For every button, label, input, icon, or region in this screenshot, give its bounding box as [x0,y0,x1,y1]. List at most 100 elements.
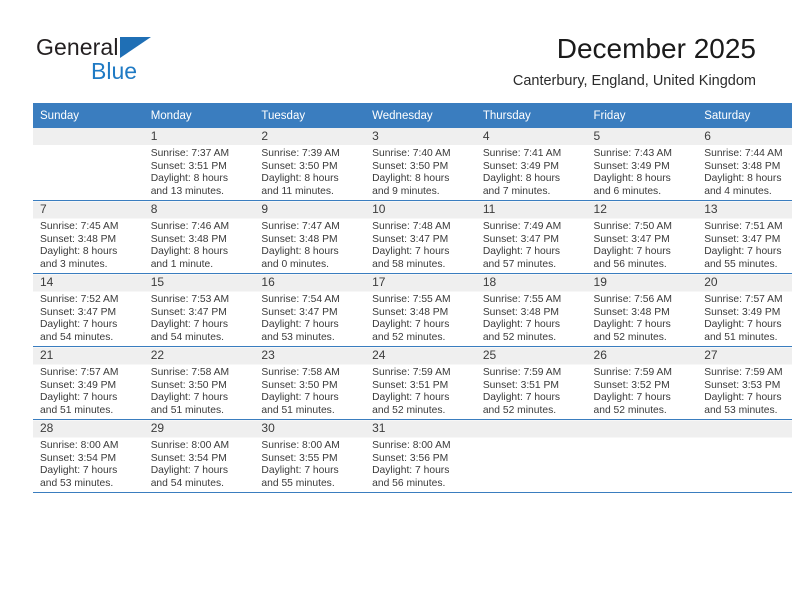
page-title: December 2025 [556,33,756,64]
calendar-day-cell[interactable]: 4 Sunrise: 7:41 AM Sunset: 3:49 PM Daylight… [475,128,587,201]
calendar-day-cell[interactable]: 10 Sunrise: 7:48 AM Sunset: 3:47 PM Dayligh… [365,200,476,274]
brand-logo[interactable]: General Blue [36,34,266,90]
daylight-text-cont: and 54 minutes. [40,331,114,343]
calendar-day-cell[interactable]: 22 Sunrise: 7:58 AM Sunset: 3:50 PM Dayligh… [143,346,255,420]
calendar-day-cell[interactable]: 3 Sunrise: 7:40 AM Sunset: 3:50 PM Daylight… [365,128,476,201]
sunrise-text: Sunrise: 8:00 AM [150,440,230,451]
sunrise-text: Sunrise: 7:53 AM [150,294,230,305]
sunrise-text: Sunrise: 7:56 AM [593,294,672,305]
daylight-text-cont: and 55 minutes. [704,258,778,270]
calendar-day-cell[interactable]: 15 Sunrise: 7:53 AM Sunset: 3:47 PM Dayligh… [143,273,255,347]
day-number: 28 [40,421,54,435]
calendar-grid: Sunday Monday Tuesday Wednesday Thursday… [33,103,792,493]
daylight-text: Daylight: 8 hours [593,173,671,185]
sunrise-text: Sunrise: 7:40 AM [372,148,451,159]
sunset-text: Sunset: 3:47 PM [482,233,559,245]
calendar-week-row: 28 Sunrise: 8:00 AM Sunset: 3:54 PM Dayligh… [33,419,792,493]
sunset-text: Sunset: 3:51 PM [482,379,559,391]
calendar-day-cell[interactable]: 8 Sunrise: 7:46 AM Sunset: 3:48 PM Daylight… [143,200,255,274]
calendar-header-row: Sunday Monday Tuesday Wednesday Thursday… [33,103,792,128]
day-sun-info: Sunrise: 8:00 AM Sunset: 3:56 PM Daylight:… [365,437,476,490]
daylight-text-cont: and 9 minutes. [372,185,440,197]
calendar-day-cell[interactable]: 25 Sunrise: 7:59 AM Sunset: 3:51 PM Dayligh… [475,346,587,420]
calendar-day-cell[interactable]: 11 Sunrise: 7:49 AM Sunset: 3:47 PM Dayligh… [475,200,587,274]
sunrise-text: Sunrise: 7:43 AM [593,148,672,159]
day-number [697,420,792,437]
sunrise-text: Sunrise: 7:46 AM [150,221,230,232]
day-sun-info: Sunrise: 8:00 AM Sunset: 3:54 PM Daylight:… [144,437,255,490]
sunrise-text: Sunrise: 7:41 AM [482,148,562,159]
calendar-week-row: 7 Sunrise: 7:45 AM Sunset: 3:48 PM Daylight… [33,200,792,274]
daylight-text-cont: and 55 minutes. [261,477,335,489]
calendar-day-cell[interactable]: 12 Sunrise: 7:50 AM Sunset: 3:47 PM Dayligh… [586,200,698,274]
day-number: 15 [150,275,165,289]
sunset-text: Sunset: 3:52 PM [593,379,670,391]
calendar-day-cell[interactable]: 23 Sunrise: 7:58 AM Sunset: 3:50 PM Dayligh… [254,346,366,420]
calendar-day-cell[interactable]: 2 Sunrise: 7:39 AM Sunset: 3:50 PM Daylight… [254,128,366,201]
sunset-text: Sunset: 3:47 PM [704,233,781,245]
calendar-day-cell[interactable]: 18 Sunrise: 7:55 AM Sunset: 3:48 PM Dayligh… [475,273,587,347]
day-number: 27 [704,348,718,362]
day-number: 14 [40,275,54,289]
day-number: 24 [372,348,386,362]
calendar-day-cell[interactable]: 5 Sunrise: 7:43 AM Sunset: 3:49 PM Daylight… [586,128,698,201]
daylight-text: Daylight: 8 hours [150,173,228,185]
sunrise-text: Sunrise: 7:48 AM [372,221,451,232]
calendar-day-cell[interactable]: 28 Sunrise: 8:00 AM Sunset: 3:54 PM Dayligh… [33,419,144,493]
calendar-day-cell[interactable]: 27 Sunrise: 7:59 AM Sunset: 3:53 PM Dayligh… [697,346,792,420]
calendar-week-row: 21 Sunrise: 7:57 AM Sunset: 3:49 PM Dayligh… [33,346,792,420]
day-number: 2 [261,129,269,143]
day-number: 17 [372,275,386,289]
calendar-day-cell[interactable]: 26 Sunrise: 7:59 AM Sunset: 3:52 PM Dayligh… [586,346,698,420]
calendar-day-cell[interactable]: 7 Sunrise: 7:45 AM Sunset: 3:48 PM Daylight… [33,200,144,274]
day-number: 8 [150,202,158,216]
calendar-day-cell[interactable]: 29 Sunrise: 8:00 AM Sunset: 3:54 PM Dayligh… [143,419,255,493]
day-number: 29 [150,421,165,435]
sunset-text: Sunset: 3:51 PM [150,160,227,172]
day-number: 31 [372,421,386,435]
day-number: 22 [150,348,165,362]
calendar-day-cell[interactable]: 6 Sunrise: 7:44 AM Sunset: 3:48 PM Daylight… [697,128,792,201]
calendar-day-cell[interactable]: 17 Sunrise: 7:55 AM Sunset: 3:48 PM Dayligh… [365,273,476,347]
daylight-text: Daylight: 7 hours [40,392,118,404]
sunrise-text: Sunrise: 7:59 AM [482,367,562,378]
weekday-header-saturday: Saturday [697,103,792,128]
sunset-text: Sunset: 3:49 PM [593,160,670,172]
calendar-day-cell[interactable]: 9 Sunrise: 7:47 AM Sunset: 3:48 PM Daylight… [254,200,366,274]
sunrise-text: Sunrise: 7:58 AM [261,367,340,378]
calendar-day-cell[interactable]: 14 Sunrise: 7:52 AM Sunset: 3:47 PM Dayligh… [33,273,144,347]
calendar-day-cell[interactable]: 24 Sunrise: 7:59 AM Sunset: 3:51 PM Dayligh… [365,346,476,420]
daylight-text: Daylight: 8 hours [372,173,450,185]
sunrise-text: Sunrise: 7:45 AM [40,221,119,232]
calendar-day-cell[interactable]: 13 Sunrise: 7:51 AM Sunset: 3:47 PM Dayligh… [697,200,792,274]
page-header: General Blue December 2025 Canterbury, E… [0,0,792,103]
sunrise-text: Sunrise: 7:58 AM [150,367,230,378]
daylight-text-cont: and 3 minutes. [40,258,108,270]
daylight-text: Daylight: 8 hours [482,173,561,185]
calendar-day-cell[interactable]: 1 Sunrise: 7:37 AM Sunset: 3:51 PM Daylight… [143,128,255,201]
daylight-text-cont: and 4 minutes. [704,185,772,197]
day-number: 16 [261,275,275,289]
daylight-text: Daylight: 7 hours [704,246,782,258]
weekday-header-sunday: Sunday [33,103,144,128]
day-number: 20 [704,275,718,289]
calendar-day-cell[interactable]: 31 Sunrise: 8:00 AM Sunset: 3:56 PM Dayligh… [365,419,476,493]
daylight-text-cont: and 0 minutes. [261,258,329,270]
calendar-day-cell[interactable]: 20 Sunrise: 7:57 AM Sunset: 3:49 PM Dayligh… [697,273,792,347]
calendar-day-cell[interactable]: 16 Sunrise: 7:54 AM Sunset: 3:47 PM Dayligh… [254,273,366,347]
sunset-text: Sunset: 3:49 PM [482,160,559,172]
sunset-text: Sunset: 3:48 PM [482,306,559,318]
brand-name-general: General [36,34,119,60]
sunset-text: Sunset: 3:51 PM [372,379,449,391]
sunset-text: Sunset: 3:48 PM [261,233,338,245]
day-number: 4 [482,129,490,143]
daylight-text-cont: and 51 minutes. [261,404,335,416]
calendar-day-cell[interactable]: 30 Sunrise: 8:00 AM Sunset: 3:55 PM Dayligh… [254,419,366,493]
calendar-day-cell[interactable]: 19 Sunrise: 7:56 AM Sunset: 3:48 PM Dayligh… [586,273,698,347]
sunrise-text: Sunrise: 7:57 AM [40,367,119,378]
weekday-header-monday: Monday [143,103,255,128]
day-sun-info: Sunrise: 7:53 AM Sunset: 3:47 PM Daylight:… [144,291,255,344]
sunrise-text: Sunrise: 7:59 AM [593,367,672,378]
calendar-day-cell[interactable]: 21 Sunrise: 7:57 AM Sunset: 3:49 PM Dayligh… [33,346,144,420]
calendar-empty-cell [697,419,792,493]
